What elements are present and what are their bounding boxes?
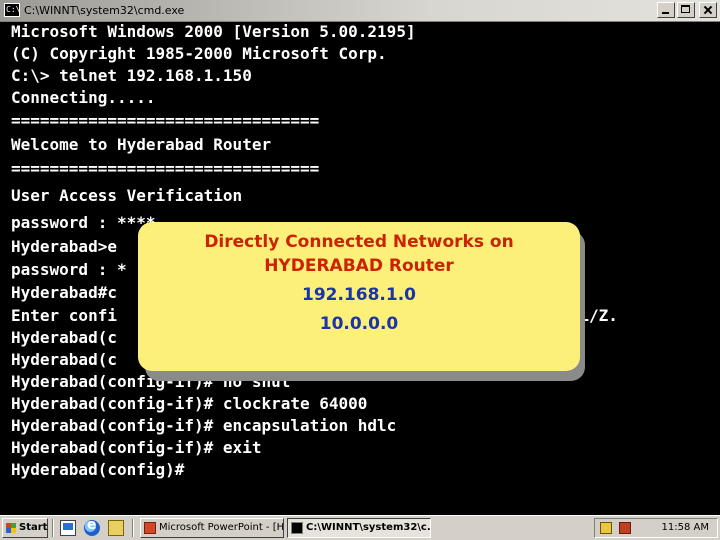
console-line: Microsoft Windows 2000 [Version 5.00.219… bbox=[11, 22, 416, 41]
console-line: (C) Copyright 1985-2000 Microsoft Corp. bbox=[11, 44, 387, 63]
clock[interactable]: 11:58 AM bbox=[662, 522, 709, 533]
taskbar-separator bbox=[52, 519, 54, 537]
console-line: ================================ bbox=[11, 111, 320, 130]
console-line: Hyderabad(config-if)# clockrate 64000 bbox=[11, 394, 368, 413]
windows-logo-icon bbox=[6, 523, 16, 533]
console-line: Hyderabad(config)# bbox=[11, 460, 185, 479]
console-line: Hyderabad(config-if)# encapsulation hdlc bbox=[11, 416, 397, 435]
powerpoint-icon bbox=[144, 522, 156, 534]
maximize-button[interactable] bbox=[677, 2, 695, 18]
connected-networks-callout: Directly Connected Networks on HYDERABAD… bbox=[138, 222, 580, 371]
start-button[interactable]: Start bbox=[2, 518, 48, 538]
console-line: Connecting..... bbox=[11, 88, 156, 107]
taskbar-item-powerpoint[interactable]: Microsoft PowerPoint - [H... bbox=[140, 518, 284, 538]
console-line: Hyderabad#c bbox=[11, 283, 117, 302]
console-line: password : * bbox=[11, 260, 127, 279]
internet-explorer-icon[interactable] bbox=[84, 517, 100, 536]
tray-app-icon[interactable] bbox=[619, 522, 631, 534]
taskbar-item-label: Microsoft PowerPoint - [H... bbox=[159, 522, 284, 533]
window-titlebar[interactable]: C:\ C:\WINNT\system32\cmd.exe bbox=[0, 0, 720, 22]
cmd-icon bbox=[291, 522, 303, 534]
console-line: Hyderabad(c bbox=[11, 350, 117, 369]
cmd-icon-text: C:\ bbox=[6, 5, 21, 14]
taskbar: Start Microsoft PowerPoint - [H... C:\WI… bbox=[0, 515, 720, 540]
console-line: ================================ bbox=[11, 159, 320, 178]
console-line: C:\> telnet 192.168.1.150 bbox=[11, 66, 252, 85]
callout-heading-line1: Directly Connected Networks on bbox=[204, 232, 514, 252]
taskbar-separator bbox=[132, 519, 134, 537]
system-tray: 11:58 AM bbox=[594, 518, 718, 538]
window-title: C:\WINNT\system32\cmd.exe bbox=[24, 4, 185, 17]
outlook-express-icon[interactable] bbox=[108, 520, 124, 536]
taskbar-item-label: C:\WINNT\system32\c... bbox=[306, 522, 431, 533]
console-line: Welcome to Hyderabad Router bbox=[11, 135, 272, 154]
callout-network-2: 10.0.0.0 bbox=[319, 314, 399, 334]
callout-heading-line2: HYDERABAD Router bbox=[264, 256, 454, 276]
show-desktop-icon[interactable] bbox=[60, 520, 76, 536]
minimize-button[interactable] bbox=[657, 2, 675, 18]
tray-app-icon[interactable] bbox=[600, 522, 612, 534]
start-label: Start bbox=[19, 522, 48, 533]
console-line: Hyderabad(c bbox=[11, 328, 117, 347]
console-line: Hyderabad(config-if)# exit bbox=[11, 438, 262, 457]
taskbar-item-cmd[interactable]: C:\WINNT\system32\c... bbox=[287, 518, 431, 538]
console-line: User Access Verification bbox=[11, 186, 243, 205]
close-button[interactable] bbox=[699, 2, 717, 18]
console-line: Hyderabad>e bbox=[11, 237, 117, 256]
cmd-window-icon[interactable]: C:\ bbox=[4, 3, 20, 17]
console-line: password : **** bbox=[11, 213, 156, 232]
callout-network-1: 192.168.1.0 bbox=[301, 285, 416, 305]
